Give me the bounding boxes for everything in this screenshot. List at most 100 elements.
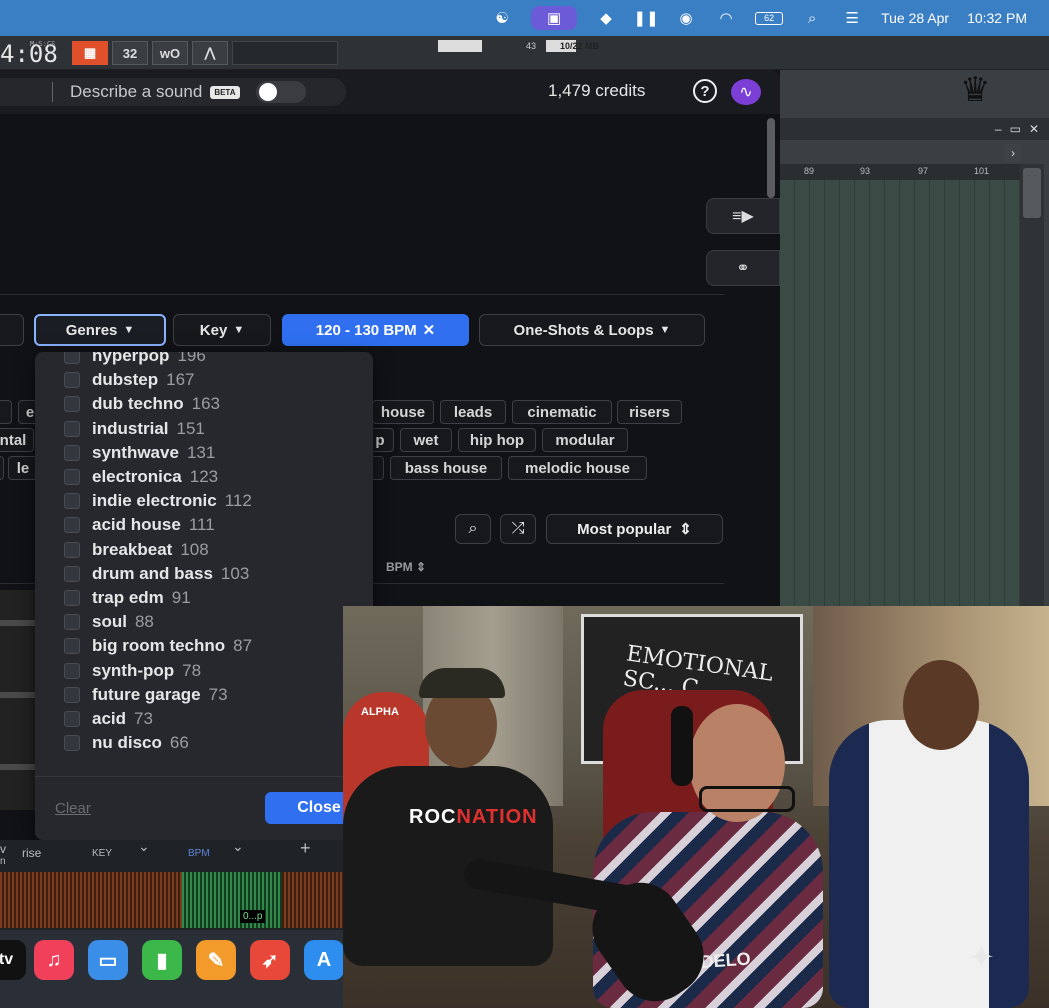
app-store-icon[interactable]: A: [304, 940, 344, 980]
splice-logo-icon[interactable]: ∿: [731, 79, 761, 105]
scrollbar-thumb[interactable]: [1023, 168, 1041, 218]
tag-chip[interactable]: cinematic: [512, 400, 612, 424]
genre-option[interactable]: dubstep 167: [35, 368, 373, 392]
genre-checkbox[interactable]: [64, 372, 80, 389]
stack-icon[interactable]: ⚭: [706, 250, 780, 286]
genre-option[interactable]: hyperpop 196: [35, 352, 373, 368]
tag-chip[interactable]: house: [372, 400, 434, 424]
search-icon[interactable]: ⌕: [455, 514, 491, 544]
genre-option[interactable]: indie electronic 112: [35, 489, 373, 513]
tag-partial[interactable]: [0, 400, 12, 424]
genre-checkbox[interactable]: [64, 444, 80, 461]
genre-checkbox[interactable]: [64, 710, 80, 727]
selected-clip[interactable]: [182, 872, 282, 928]
spotlight-search-icon[interactable]: ⌕: [801, 9, 823, 27]
genre-checkbox[interactable]: [64, 614, 80, 631]
type-filter[interactable]: One-Shots & Loops ▼: [479, 314, 705, 346]
describe-sound-bar[interactable]: Describe a sound BETA: [0, 78, 346, 106]
genre-option[interactable]: acid house 111: [35, 513, 373, 537]
genre-checkbox[interactable]: [64, 469, 80, 486]
genre-option[interactable]: synthwave 131: [35, 441, 373, 465]
app-status-icon[interactable]: ☯: [491, 9, 513, 27]
wifi-icon[interactable]: ◠: [715, 9, 737, 27]
dropbox-icon[interactable]: ◆: [595, 9, 617, 27]
genre-option[interactable]: drum and bass 103: [35, 562, 373, 586]
metronome-icon[interactable]: ⋀: [192, 41, 228, 65]
remove-filter-icon[interactable]: ✕: [423, 321, 436, 339]
key-filter[interactable]: Key ▼: [173, 314, 271, 346]
step-button[interactable]: 32: [112, 41, 148, 65]
audio-meter-icon[interactable]: ❚❚: [634, 9, 659, 27]
pages-icon[interactable]: ✎: [196, 940, 236, 980]
tag-chip[interactable]: risers: [617, 400, 682, 424]
keynote-icon[interactable]: ▭: [88, 940, 128, 980]
genre-checkbox[interactable]: [64, 493, 80, 510]
genre-option[interactable]: dub techno 163: [35, 392, 373, 416]
audio-clip-track[interactable]: 0...p: [0, 872, 345, 928]
maximize-icon[interactable]: ▭: [1010, 122, 1021, 136]
control-center-icon[interactable]: ☰: [841, 9, 863, 27]
genre-option[interactable]: big room techno 87: [35, 634, 373, 658]
tag-chip[interactable]: melodic house: [508, 456, 647, 480]
genre-checkbox[interactable]: [64, 735, 80, 752]
describe-sound-label[interactable]: Describe a sound: [70, 82, 202, 102]
menubar-date[interactable]: Tue 28 Apr: [881, 10, 949, 26]
tag-chip[interactable]: wet: [400, 428, 452, 452]
genre-option[interactable]: electronica 123: [35, 465, 373, 489]
waveform-previews[interactable]: [0, 590, 36, 810]
tag-chip[interactable]: hip hop: [458, 428, 536, 452]
genres-filter[interactable]: Genres ▼: [34, 314, 166, 346]
playlist-grid[interactable]: [780, 180, 1020, 610]
genre-checkbox[interactable]: [64, 686, 80, 703]
menubar-time[interactable]: 10:32 PM: [967, 10, 1027, 26]
genre-option[interactable]: breakbeat 108: [35, 538, 373, 562]
vertical-scrollbar[interactable]: [1020, 164, 1044, 610]
bpm-column-header[interactable]: BPM ⇕: [386, 560, 426, 574]
genre-checkbox[interactable]: [64, 638, 80, 655]
genre-checkbox[interactable]: [64, 589, 80, 606]
rocket-app-icon[interactable]: ➶: [250, 940, 290, 980]
add-icon[interactable]: +: [300, 838, 311, 859]
scroll-right-icon[interactable]: ›: [1004, 144, 1022, 162]
music-icon[interactable]: ♫: [34, 940, 74, 980]
genre-checkbox[interactable]: [64, 541, 80, 558]
tag-chip[interactable]: modular: [542, 428, 628, 452]
genre-checkbox[interactable]: [64, 352, 80, 365]
genre-option[interactable]: soul 88: [35, 610, 373, 634]
pattern-song-toggle-icon[interactable]: ▦: [72, 41, 108, 65]
bpm-filter[interactable]: 120 - 130 BPM ✕: [282, 314, 469, 346]
tag-partial[interactable]: [0, 456, 4, 480]
genre-option[interactable]: synth-pop 78: [35, 658, 373, 682]
clear-button[interactable]: Clear: [55, 800, 91, 817]
genre-checkbox[interactable]: [64, 662, 80, 679]
genre-option[interactable]: industrial 151: [35, 417, 373, 441]
genre-checkbox[interactable]: [64, 565, 80, 582]
tag-partial[interactable]: le: [8, 456, 38, 480]
genre-option[interactable]: future garage 73: [35, 683, 373, 707]
record-icon[interactable]: ◉: [675, 9, 697, 27]
genre-option[interactable]: nu disco 66: [35, 731, 373, 755]
tag-chip[interactable]: leads: [440, 400, 506, 424]
minimize-icon[interactable]: –: [995, 122, 1002, 136]
describe-sound-toggle[interactable]: [255, 81, 306, 103]
battery-icon[interactable]: 62: [755, 11, 784, 25]
genre-checkbox[interactable]: [64, 420, 80, 437]
help-icon[interactable]: ?: [693, 79, 717, 103]
numbers-icon[interactable]: ▮: [142, 940, 182, 980]
snap-button[interactable]: wO: [152, 41, 188, 65]
sort-select[interactable]: Most popular ⇕: [546, 514, 723, 544]
tag-chip[interactable]: bass house: [390, 456, 502, 480]
close-icon[interactable]: ✕: [1029, 122, 1039, 136]
genre-option[interactable]: trap edm 91: [35, 586, 373, 610]
screen-share-icon[interactable]: ▣: [531, 6, 578, 30]
shuffle-icon[interactable]: ⤮: [500, 514, 536, 544]
genre-checkbox[interactable]: [64, 517, 80, 534]
plugin-scrollbar[interactable]: [767, 118, 775, 198]
genre-option[interactable]: acid 73: [35, 707, 373, 731]
apple-tv-icon[interactable]: tv: [0, 940, 26, 980]
queue-play-icon[interactable]: ≡▶: [706, 198, 780, 234]
genre-checkbox[interactable]: [64, 396, 80, 413]
tag-partial[interactable]: ntal: [0, 428, 34, 452]
filter-partial[interactable]: [0, 314, 24, 346]
timeline-ruler[interactable]: 89 93 97 101: [780, 164, 1020, 180]
